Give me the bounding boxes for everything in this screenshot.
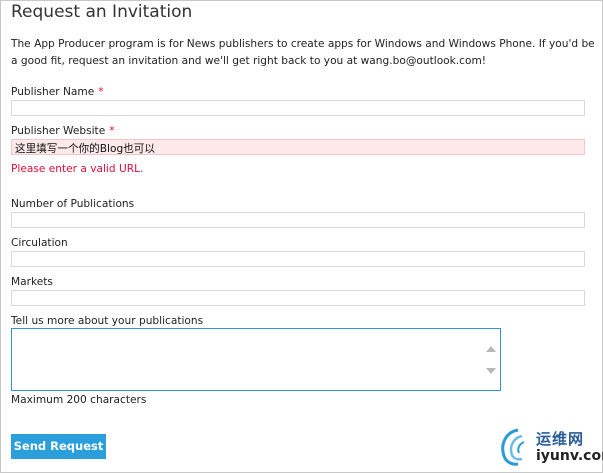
publisher-website-input[interactable]: 这里填写一个你的Blog也可以	[11, 139, 585, 155]
send-request-button[interactable]: Send Request	[11, 434, 106, 459]
circulation-label: Circulation	[11, 237, 68, 249]
page-title: Request an Invitation	[11, 2, 193, 22]
required-marker: *	[98, 86, 104, 98]
character-limit-note: Maximum 200 characters	[11, 394, 147, 406]
watermark-logo-icon	[501, 428, 525, 466]
publisher-name-label: Publisher Name *	[11, 86, 104, 98]
textarea-scrollbar[interactable]	[484, 331, 498, 388]
watermark: 运维网 iyunv.com	[496, 424, 603, 468]
url-error-message: Please enter a valid URL.	[11, 163, 144, 175]
watermark-en-text: iyunv.com	[536, 448, 603, 464]
watermark-cn-text: 运维网	[536, 430, 585, 448]
intro-text: The App Producer program is for News pub…	[11, 38, 595, 67]
publications-detail-label: Tell us more about your publications	[11, 315, 204, 327]
scroll-down-arrow-icon[interactable]	[486, 368, 496, 374]
number-of-publications-label: Number of Publications	[11, 198, 135, 210]
circulation-input[interactable]	[11, 251, 585, 267]
scroll-up-arrow-icon[interactable]	[486, 346, 496, 352]
publications-detail-textarea[interactable]	[11, 328, 501, 391]
publisher-website-label-text: Publisher Website	[11, 125, 106, 137]
markets-label: Markets	[11, 276, 53, 288]
publisher-website-label: Publisher Website *	[11, 125, 115, 137]
publisher-name-input[interactable]	[11, 100, 585, 116]
required-marker: *	[109, 125, 115, 137]
number-of-publications-input[interactable]	[11, 212, 585, 228]
markets-input[interactable]	[11, 290, 585, 306]
publisher-name-label-text: Publisher Name	[11, 86, 95, 98]
